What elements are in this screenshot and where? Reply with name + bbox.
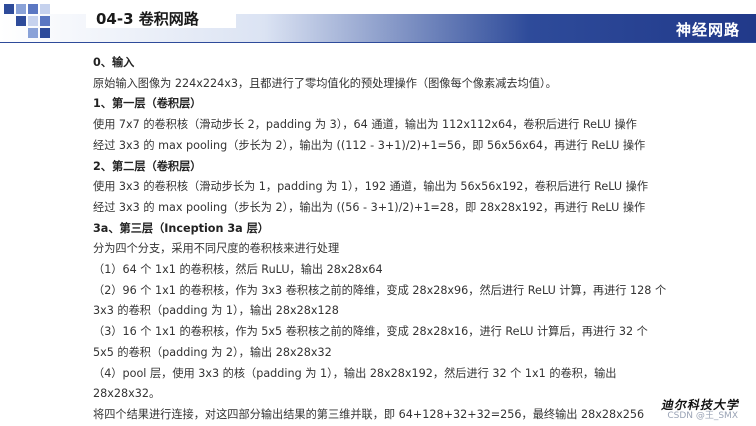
square-decoration bbox=[16, 4, 26, 14]
text-line: （1）64 个 1x1 的卷积核，然后 RuLU，输出 28x28x64 bbox=[93, 263, 383, 277]
square-decoration bbox=[28, 28, 38, 38]
square-decoration bbox=[4, 4, 14, 14]
text-line: （2）96 个 1x1 的卷积核，作为 3x3 卷积核之前的降维，变成 28x2… bbox=[93, 283, 667, 297]
slide-header: 04-3 卷积网路 神经网路 bbox=[0, 0, 756, 45]
text-line: 原始输入图像为 224x224x3，且都进行了零均值化的预处理操作（图像每个像素… bbox=[93, 76, 557, 90]
slide-title: 04-3 卷积网路 bbox=[96, 10, 199, 28]
text-line: （4）pool 层，使用 3x3 的核（padding 为 1），输出 28x2… bbox=[93, 366, 617, 380]
text-line: 将四个结果进行连接，对这四部分输出结果的第三维并联，即 64+128+32+32… bbox=[93, 407, 645, 421]
section-heading: 1、第一层（卷积层） bbox=[93, 97, 202, 111]
header-rule bbox=[0, 42, 756, 43]
section-heading: 2、第二层（卷积层） bbox=[93, 159, 202, 173]
square-decoration bbox=[40, 4, 50, 14]
corner-squares-decoration bbox=[0, 0, 60, 45]
text-line: 经过 3x3 的 max pooling（步长为 2），输出为 ((112 - … bbox=[93, 138, 646, 152]
watermark: CSDN @王_SMX bbox=[667, 411, 738, 421]
slide-content: 0、输入原始输入图像为 224x224x3，且都进行了零均值化的预处理操作（图像… bbox=[93, 53, 743, 426]
text-line: 28x28x32。 bbox=[93, 387, 161, 401]
section-heading: 0、输入 bbox=[93, 56, 135, 69]
text-line: 3x3 的卷积（padding 为 1），输出 28x28x128 bbox=[93, 304, 339, 318]
text-line: 分为四个分支，采用不同尺度的卷积核来进行处理 bbox=[93, 242, 340, 256]
text-line: 使用 7x7 的卷积核（滑动步长 2，padding 为 3），64 通道，输出… bbox=[93, 118, 637, 132]
brand-label: 神经网路 bbox=[675, 21, 740, 39]
square-decoration bbox=[28, 4, 38, 14]
text-line: 使用 3x3 的卷积核（滑动步长为 1，padding 为 1），192 通道，… bbox=[93, 180, 649, 194]
square-decoration bbox=[28, 16, 38, 26]
text-line: 经过 3x3 的 max pooling（步长为 2），输出为 ((56 - 3… bbox=[93, 200, 646, 214]
square-decoration bbox=[40, 16, 50, 26]
text-line: （3）16 个 1x1 的卷积核，作为 5x5 卷积核之前的降维，变成 28x2… bbox=[93, 325, 648, 339]
text-line: 5x5 的卷积（padding 为 2），输出 28x28x32 bbox=[93, 345, 332, 359]
square-decoration bbox=[40, 28, 50, 38]
square-decoration bbox=[16, 16, 26, 26]
section-heading: 3a、第三层（Inception 3a 层） bbox=[93, 221, 269, 235]
